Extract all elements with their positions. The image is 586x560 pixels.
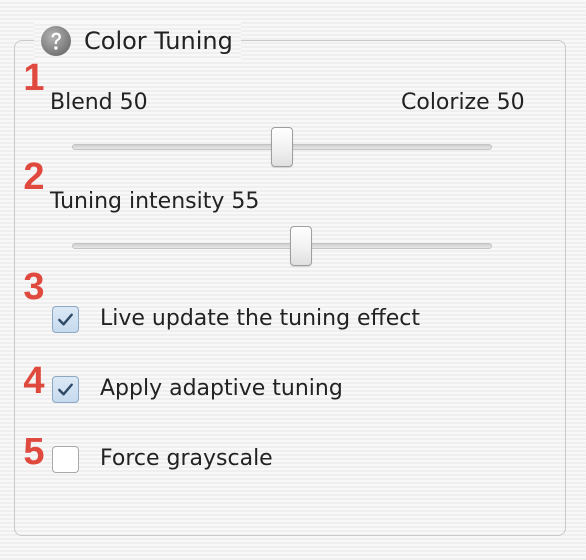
adaptive-tuning-checkbox[interactable]: Apply adaptive tuning: [52, 373, 343, 405]
step-number-1: 1: [23, 57, 45, 99]
checkbox-label: Force grayscale: [100, 446, 273, 471]
slider-thumb[interactable]: [290, 226, 313, 266]
slider-thumb[interactable]: [271, 127, 293, 167]
tuning-intensity-label: Tuning intensity 55: [50, 189, 260, 214]
step-number-2: 2: [23, 156, 45, 198]
slider-track: [72, 243, 492, 249]
live-update-checkbox[interactable]: Live update the tuning effect: [52, 303, 420, 335]
colorize-label: Colorize 50: [401, 90, 525, 115]
checkbox-label: Live update the tuning effect: [100, 306, 420, 331]
checkbox-box[interactable]: [52, 305, 79, 333]
checkbox-box[interactable]: [52, 445, 79, 473]
blend-label: Blend 50: [50, 90, 148, 115]
help-icon[interactable]: [40, 25, 72, 57]
force-grayscale-checkbox[interactable]: Force grayscale: [52, 443, 273, 475]
checkmark-icon: [58, 313, 73, 325]
tuning-intensity-slider[interactable]: [72, 226, 492, 266]
step-number-3: 3: [23, 266, 45, 308]
blend-colorize-slider[interactable]: [72, 127, 492, 167]
checkbox-label: Apply adaptive tuning: [100, 376, 343, 401]
step-number-4: 4: [23, 360, 45, 402]
panel-title: Color Tuning: [84, 27, 233, 55]
group-legend: Color Tuning: [34, 22, 241, 60]
step-number-5: 5: [23, 431, 45, 473]
checkbox-box[interactable]: [52, 375, 79, 403]
checkmark-icon: [58, 383, 73, 395]
